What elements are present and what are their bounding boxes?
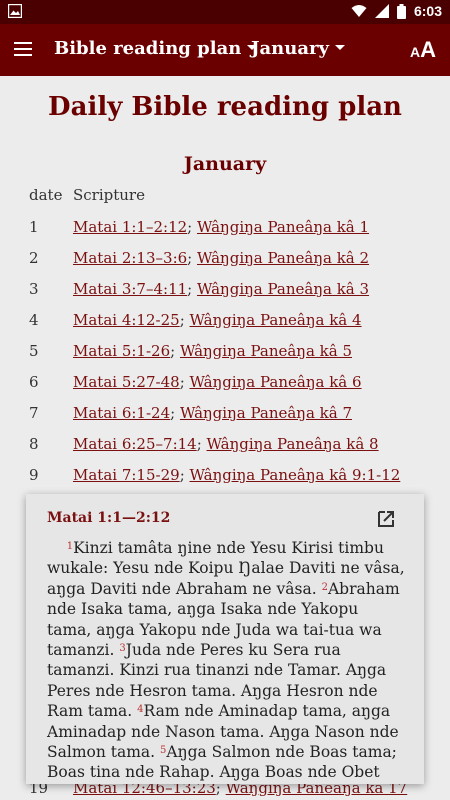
table-row: 4 Matai 4:12-25; Wâŋgiŋa Paneâŋa kâ 4 xyxy=(29,311,362,329)
scripture-link[interactable]: Matai 5:1-26 xyxy=(73,342,170,360)
clock: 6:03 xyxy=(413,3,442,19)
plan-dropdown-label: Bible reading plan xyxy=(54,38,242,59)
scripture-link[interactable]: Matai 6:1-24 xyxy=(73,404,170,422)
popup-verse-text: 1Kinzi tamâta ŋine nde Yesu Kirisi timbu… xyxy=(47,538,407,784)
scripture-link[interactable]: Wâŋgiŋa Paneâŋa kâ 3 xyxy=(197,280,369,298)
table-row: 7 Matai 6:1-24; Wâŋgiŋa Paneâŋa kâ 7 xyxy=(29,404,353,422)
notification-image-icon xyxy=(8,4,22,18)
day-number: 2 xyxy=(29,249,39,267)
font-size-icon-small: A xyxy=(409,44,421,60)
scripture-link[interactable]: Matai 6:25–7:14 xyxy=(73,435,197,453)
table-row: 5 Matai 5:1-26; Wâŋgiŋa Paneâŋa kâ 5 xyxy=(29,342,353,360)
day-number: 5 xyxy=(29,342,39,360)
scripture-link[interactable]: Wâŋgiŋa Paneâŋa kâ 2 xyxy=(197,249,369,267)
month-heading: January xyxy=(183,153,267,175)
month-dropdown-label: January xyxy=(251,38,329,59)
scripture-link[interactable]: Wâŋgiŋa Paneâŋa kâ 1 xyxy=(197,218,369,236)
scripture-link[interactable]: Wâŋgiŋa Paneâŋa kâ 9:1-12 xyxy=(190,466,401,484)
table-row: 8 Matai 6:25–7:14; Wâŋgiŋa Paneâŋa kâ 8 xyxy=(29,435,379,453)
day-number: 7 xyxy=(29,404,39,422)
hamburger-menu-icon[interactable] xyxy=(14,38,38,62)
table-row: 3 Matai 3:7–4:11; Wâŋgiŋa Paneâŋa kâ 3 xyxy=(29,280,370,298)
scripture-link[interactable]: Matai 7:15-29 xyxy=(73,466,180,484)
scripture-link[interactable]: Matai 1:1–2:12 xyxy=(73,218,187,236)
column-header-scripture: Scripture xyxy=(73,186,145,204)
scripture-link[interactable]: Wâŋgiŋa Paneâŋa kâ 6 xyxy=(190,373,362,391)
day-number: 8 xyxy=(29,435,39,453)
day-number: 6 xyxy=(29,373,39,391)
verse-preview-popup[interactable]: Matai 1:1—2:12 1Kinzi tamâta ŋine nde Ye… xyxy=(26,494,424,784)
scripture-link[interactable]: Matai 2:13–3:6 xyxy=(73,249,187,267)
scripture-link[interactable]: Wâŋgiŋa Paneâŋa kâ 4 xyxy=(190,311,362,329)
scripture-link[interactable]: Wâŋgiŋa Paneâŋa kâ 7 xyxy=(180,404,352,422)
page-title: Daily Bible reading plan xyxy=(48,92,402,122)
open-external-icon[interactable] xyxy=(376,509,396,529)
scripture-link[interactable]: Matai 4:12-25 xyxy=(73,311,180,329)
app-bar: Bible reading plan January AA xyxy=(0,24,450,76)
table-row: 2 Matai 2:13–3:6; Wâŋgiŋa Paneâŋa kâ 2 xyxy=(29,249,370,267)
plan-dropdown[interactable]: Bible reading plan xyxy=(54,38,258,59)
day-number: 4 xyxy=(29,311,39,329)
wifi-icon xyxy=(351,5,367,17)
table-row: 1 Matai 1:1–2:12; Wâŋgiŋa Paneâŋa kâ 1 xyxy=(29,218,370,236)
table-row: 9 Matai 7:15-29; Wâŋgiŋa Paneâŋa kâ 9:1-… xyxy=(29,466,401,484)
font-size-button[interactable]: AA xyxy=(410,37,436,63)
status-bar: 6:03 xyxy=(0,0,450,24)
caret-down-icon xyxy=(334,44,345,50)
scripture-link[interactable]: Wâŋgiŋa Paneâŋa kâ 5 xyxy=(180,342,352,360)
table-row: 6 Matai 5:27-48; Wâŋgiŋa Paneâŋa kâ 6 xyxy=(29,373,362,391)
font-size-icon-big: A xyxy=(420,37,436,62)
verse-number: 3 xyxy=(119,643,126,655)
month-dropdown[interactable]: January xyxy=(251,38,345,59)
day-number: 3 xyxy=(29,280,39,298)
cell-signal-icon xyxy=(374,4,389,18)
scripture-link[interactable]: Wâŋgiŋa Paneâŋa kâ 8 xyxy=(207,435,379,453)
battery-icon xyxy=(396,3,406,19)
verse-number: 2 xyxy=(321,581,328,593)
verse-number: 4 xyxy=(137,704,144,716)
verse-number: 1 xyxy=(66,541,74,552)
day-number: 9 xyxy=(29,466,39,484)
verse-number: 5 xyxy=(160,745,167,757)
scripture-link[interactable]: Matai 5:27-48 xyxy=(73,373,180,391)
popup-title: Matai 1:1—2:12 xyxy=(47,510,171,526)
day-number: 1 xyxy=(29,218,39,236)
column-header-date: date xyxy=(29,186,63,204)
scripture-link[interactable]: Matai 3:7–4:11 xyxy=(73,280,187,298)
